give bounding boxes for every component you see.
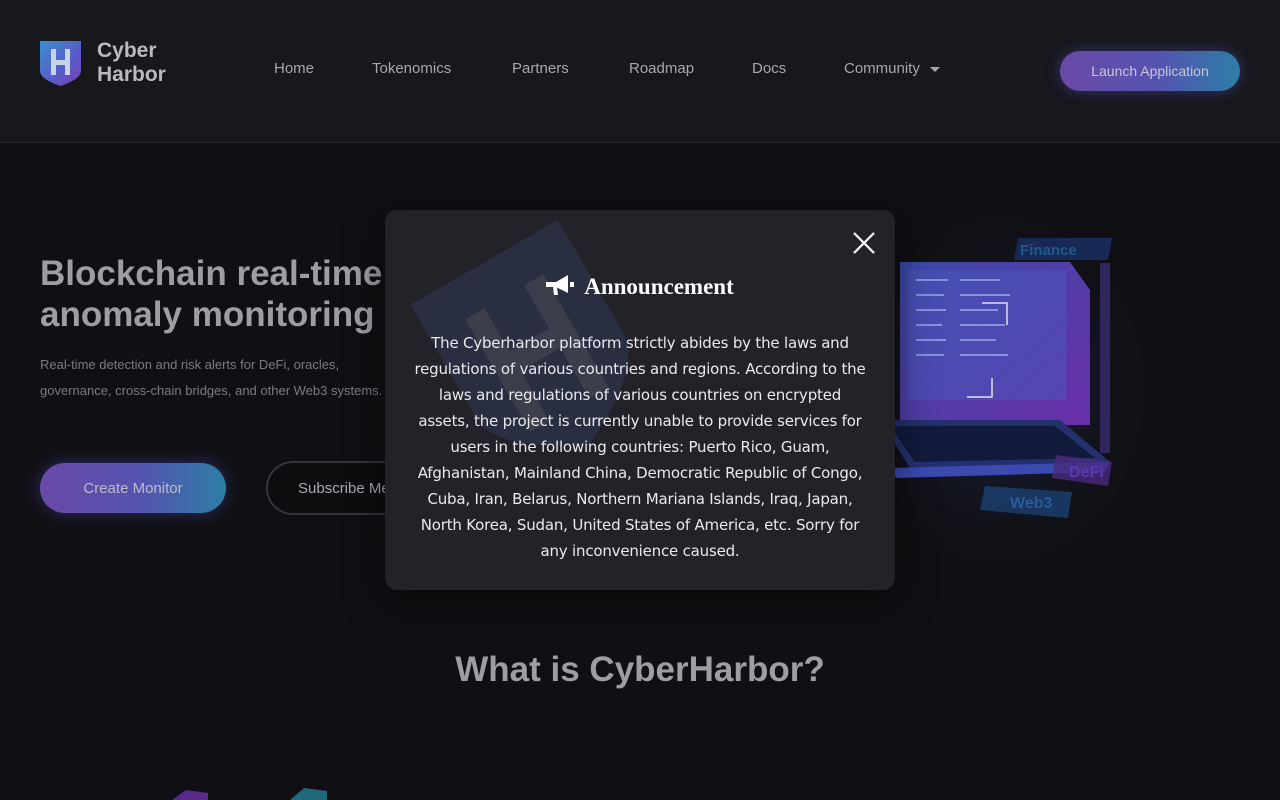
announcement-modal: Announcement The Cyberharbor platform st… xyxy=(385,210,895,590)
nav-docs[interactable]: Docs xyxy=(752,60,786,77)
art-tag-web3: Web3 xyxy=(1010,495,1052,512)
nav-roadmap[interactable]: Roadmap xyxy=(629,60,694,77)
art-tag-defi: DeFi xyxy=(1069,464,1104,481)
nav-home[interactable]: Home xyxy=(274,60,314,77)
feature-illustration xyxy=(172,788,327,800)
chevron-down-icon xyxy=(929,66,940,72)
art-tag-finance: Finance xyxy=(1020,242,1077,259)
brand-name: Cyber Harbor xyxy=(97,39,166,86)
modal-title: Announcement xyxy=(385,274,895,300)
megaphone-icon xyxy=(546,275,575,295)
shield-logo-icon xyxy=(40,41,81,86)
hero-subtitle: Real-time detection and risk alerts for … xyxy=(40,357,383,398)
modal-body-text: The Cyberharbor platform strictly abides… xyxy=(414,334,866,560)
hero-laptop-illustration: Finance DeFi Web3 xyxy=(860,200,1160,580)
nav-community[interactable]: Community xyxy=(844,60,940,77)
modal-title-text: Announcement xyxy=(584,274,734,299)
nav-community-label: Community xyxy=(844,60,920,77)
section-title: What is CyberHarbor? xyxy=(455,650,825,689)
launch-application-button[interactable]: Launch Application xyxy=(1060,51,1240,91)
nav-partners[interactable]: Partners xyxy=(512,60,569,77)
close-icon[interactable] xyxy=(852,231,876,255)
create-monitor-button[interactable]: Create Monitor xyxy=(40,463,226,513)
site-header: Cyber Harbor Home Tokenomics Partners Ro… xyxy=(0,0,1280,143)
brand-logo[interactable]: Cyber Harbor xyxy=(40,39,190,89)
nav-tokenomics[interactable]: Tokenomics xyxy=(372,60,451,77)
